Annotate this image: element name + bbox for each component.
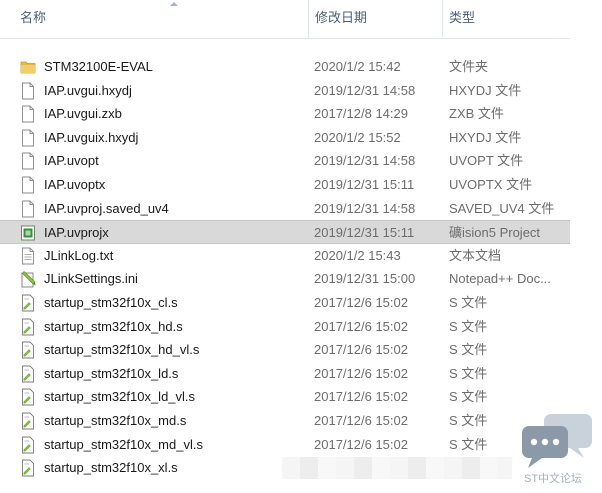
file-name: IAP.uvgui.hxydj	[44, 82, 132, 98]
file-type: S 文件	[449, 365, 488, 381]
file-row[interactable]: IAP.uvgui.zxb 2017/12/8 14:29 ZXB 文件	[0, 102, 570, 126]
text-file-icon	[20, 247, 36, 265]
file-type: HXYDJ 文件	[449, 129, 522, 145]
chat-bubble-icon	[522, 414, 592, 468]
forum-watermark: ST中文论坛	[518, 412, 598, 490]
file-date-modified: 2019/12/31 15:11	[314, 225, 415, 241]
file-icon	[20, 176, 36, 194]
file-type: S 文件	[449, 294, 488, 310]
file-name: startup_stm32f10x_ld.s	[44, 365, 179, 381]
source-file-icon	[20, 294, 36, 312]
file-name: IAP.uvproj.saved_uv4	[44, 200, 169, 216]
file-name: startup_stm32f10x_hd_vl.s	[44, 342, 200, 358]
redacted-region	[282, 457, 512, 479]
file-row[interactable]: startup_stm32f10x_ld.s 2017/12/6 15:02 S 文…	[0, 362, 570, 386]
file-date-modified: 2017/12/6 15:02	[314, 342, 408, 358]
file-type: Notepad++ Doc...	[449, 271, 551, 287]
file-name: startup_stm32f10x_md.s	[44, 412, 187, 428]
file-name: IAP.uvopt	[44, 153, 99, 169]
column-header-bar: 名称 修改日期 类型	[0, 0, 570, 39]
file-name: startup_stm32f10x_ld_vl.s	[44, 389, 196, 405]
file-type: S 文件	[449, 389, 488, 405]
file-date-modified: 2019/12/31 14:58	[314, 153, 416, 169]
file-type: HXYDJ 文件	[449, 82, 522, 98]
file-type: S 文件	[449, 318, 488, 334]
column-header-date-label: 修改日期	[315, 10, 368, 25]
file-row[interactable]: startup_stm32f10x_cl.s 2017/12/6 15:02 S 文…	[0, 291, 570, 315]
file-row[interactable]: IAP.uvprojx 2019/12/31 15:11 礦ision5 Proje…	[0, 220, 570, 244]
file-name: IAP.uvgui.zxb	[44, 106, 122, 122]
file-name: startup_stm32f10x_cl.s	[44, 294, 178, 310]
file-row[interactable]: STM32100E-EVAL 2020/1/2 15:42 文件夹	[0, 55, 570, 79]
file-row[interactable]: IAP.uvproj.saved_uv4 2019/12/31 14:58 SAVE…	[0, 197, 570, 221]
file-row[interactable]: startup_stm32f10x_md.s 2017/12/6 15:02 S 文…	[0, 409, 570, 433]
file-name: STM32100E-EVAL	[44, 59, 153, 74]
source-file-icon	[20, 412, 36, 430]
notepad-plus-icon	[20, 270, 36, 288]
file-row[interactable]: IAP.uvguix.hxydj 2020/1/2 15:52 HXYDJ 文件	[0, 126, 570, 150]
file-name: IAP.uvprojx	[44, 225, 109, 241]
file-type: 礦ision5 Project	[449, 225, 541, 241]
file-name: startup_stm32f10x_xl.s	[44, 460, 178, 476]
file-date-modified: 2020/1/2 15:52	[314, 129, 401, 145]
file-type: 文件夹	[449, 59, 489, 74]
file-name: IAP.uvoptx	[44, 176, 106, 192]
file-row[interactable]: IAP.uvopt 2019/12/31 14:58 UVOPT 文件	[0, 149, 570, 173]
column-header-date[interactable]: 修改日期	[308, 0, 442, 38]
file-icon	[20, 129, 36, 147]
file-explorer: 名称 修改日期 类型 STM32100E-EVAL 2020/1/2 15:42 文…	[0, 0, 602, 493]
file-date-modified: 2020/1/2 15:43	[314, 247, 401, 263]
sort-ascending-icon	[170, 2, 178, 6]
source-file-icon	[20, 436, 36, 454]
column-header-name-label: 名称	[20, 10, 47, 25]
file-row[interactable]: startup_stm32f10x_hd.s 2017/12/6 15:02 S 文…	[0, 315, 570, 339]
file-name: startup_stm32f10x_hd.s	[44, 318, 183, 334]
file-row[interactable]: startup_stm32f10x_md_vl.s 2017/12/6 15:02…	[0, 433, 570, 457]
file-type: UVOPTX 文件	[449, 176, 533, 192]
file-icon	[20, 200, 36, 218]
source-file-icon	[20, 365, 36, 383]
file-date-modified: 2019/12/31 15:00	[314, 271, 416, 287]
file-type: UVOPT 文件	[449, 153, 524, 169]
file-type: ZXB 文件	[449, 106, 504, 122]
file-icon	[20, 105, 36, 123]
file-date-modified: 2017/12/6 15:02	[314, 389, 408, 405]
source-file-icon	[20, 341, 36, 359]
file-icon	[20, 152, 36, 170]
file-name: JLinkLog.txt	[44, 247, 114, 263]
file-date-modified: 2017/12/6 15:02	[314, 436, 408, 452]
file-type: 文本文档	[449, 247, 502, 263]
file-row[interactable]: IAP.uvgui.hxydj 2019/12/31 14:58 HXYDJ 文件	[0, 79, 570, 103]
file-name: JLinkSettings.ini	[44, 271, 138, 287]
file-type: SAVED_UV4 文件	[449, 200, 555, 216]
source-file-icon	[20, 388, 36, 406]
file-date-modified: 2017/12/6 15:02	[314, 365, 408, 381]
file-date-modified: 2019/12/31 15:11	[314, 176, 415, 192]
column-header-type-label: 类型	[449, 10, 476, 25]
file-date-modified: 2017/12/6 15:02	[314, 294, 408, 310]
file-name: startup_stm32f10x_md_vl.s	[44, 436, 203, 452]
source-file-icon	[20, 459, 36, 477]
column-header-type[interactable]: 类型	[442, 0, 570, 38]
file-date-modified: 2019/12/31 14:58	[314, 82, 416, 98]
file-row[interactable]: startup_stm32f10x_ld_vl.s 2017/12/6 15:02…	[0, 385, 570, 409]
file-date-modified: 2017/12/8 14:29	[314, 106, 408, 122]
column-header-name[interactable]: 名称	[16, 0, 306, 38]
file-name: IAP.uvguix.hxydj	[44, 129, 139, 145]
file-date-modified: 2019/12/31 14:58	[314, 200, 416, 216]
file-icon	[20, 82, 36, 100]
file-row[interactable]: JLinkLog.txt 2020/1/2 15:43 文本文档	[0, 244, 570, 268]
file-type: S 文件	[449, 342, 488, 358]
folder-icon	[20, 58, 36, 76]
file-date-modified: 2017/12/6 15:02	[314, 318, 408, 334]
keil-project-icon	[20, 224, 36, 242]
file-row[interactable]: JLinkSettings.ini 2019/12/31 15:00 Notepad…	[0, 267, 570, 291]
file-list: STM32100E-EVAL 2020/1/2 15:42 文件夹 IAP.uvgui…	[0, 55, 570, 480]
watermark-text: ST中文论坛	[524, 473, 583, 485]
source-file-icon	[20, 318, 36, 336]
file-row[interactable]: startup_stm32f10x_hd_vl.s 2017/12/6 15:02…	[0, 338, 570, 362]
file-row[interactable]: IAP.uvoptx 2019/12/31 15:11 UVOPTX 文件	[0, 173, 570, 197]
file-date-modified: 2020/1/2 15:42	[314, 59, 401, 74]
file-date-modified: 2017/12/6 15:02	[314, 412, 408, 428]
